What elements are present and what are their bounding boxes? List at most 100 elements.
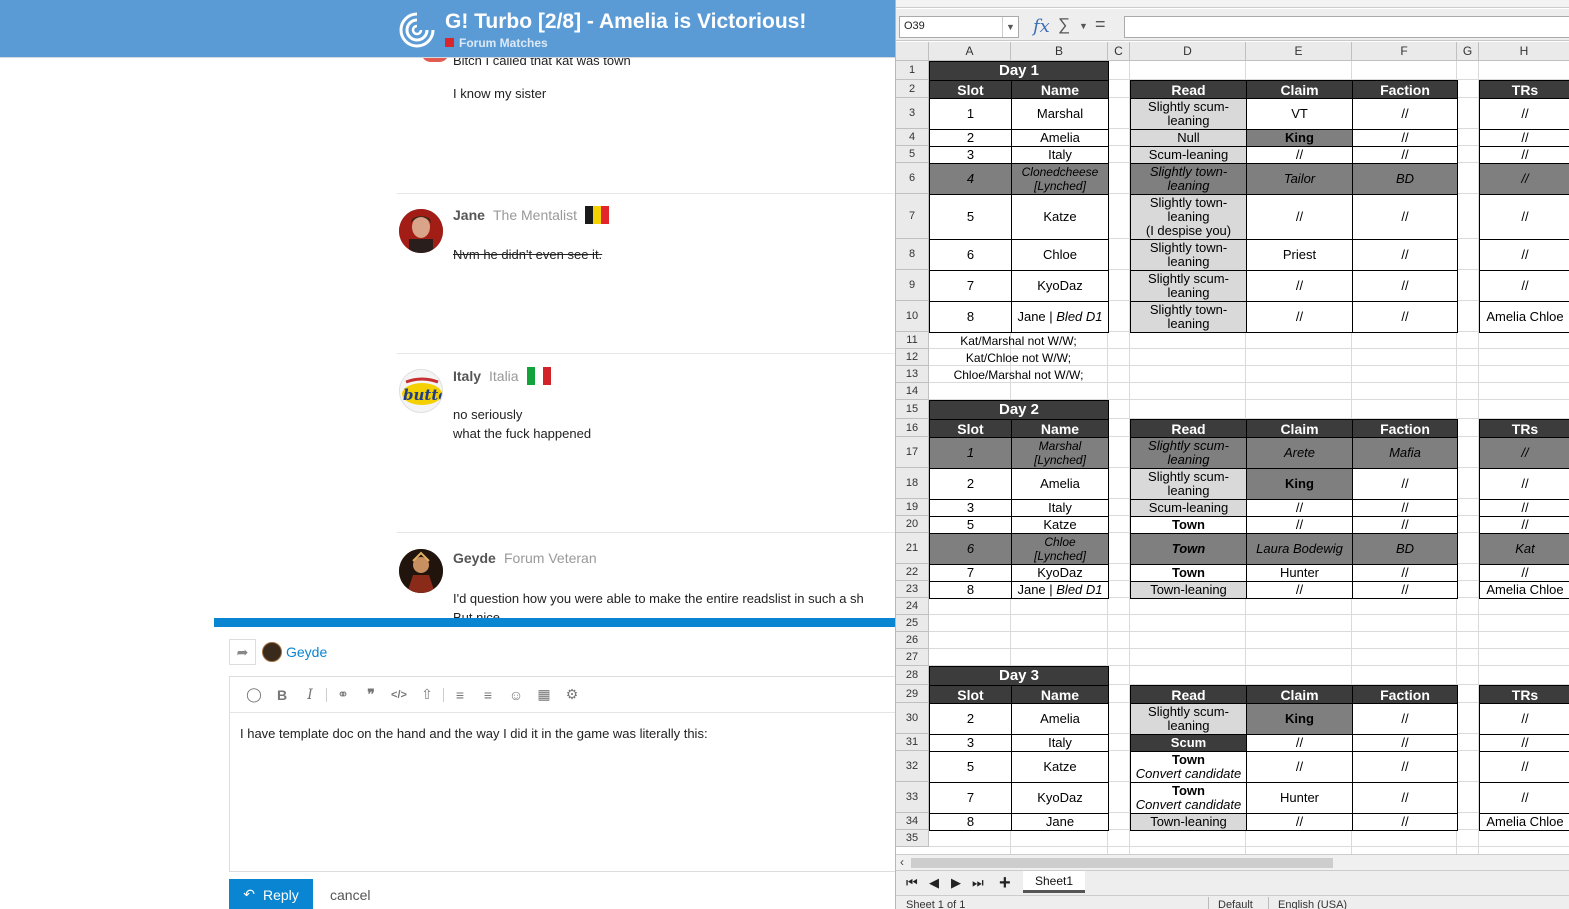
slot-cell[interactable]: 3	[929, 734, 1012, 752]
claim-cell[interactable]: Tailor	[1246, 163, 1353, 195]
name-cell[interactable]: Italy	[1011, 499, 1109, 517]
column-title[interactable]: Claim	[1246, 419, 1353, 438]
faction-cell[interactable]: //	[1352, 146, 1458, 164]
column-header-f[interactable]: F	[1352, 42, 1457, 61]
trs-cell[interactable]: //	[1479, 98, 1569, 130]
day-title[interactable]: Day 2	[929, 400, 1109, 420]
name-cell[interactable]: Chloe [Lynched]	[1011, 533, 1109, 565]
last-sheet-icon[interactable]: ⏭	[972, 875, 984, 891]
name-cell[interactable]: Katze	[1011, 194, 1109, 240]
read-cell[interactable]: Town Convert candidate	[1130, 751, 1247, 783]
day-title[interactable]: Day 3	[929, 666, 1109, 686]
read-cell[interactable]: Town Convert candidate	[1130, 782, 1247, 814]
column-title[interactable]: Read	[1130, 419, 1247, 438]
column-header-h[interactable]: H	[1479, 42, 1569, 61]
read-cell[interactable]: Town	[1130, 516, 1247, 534]
row-header[interactable]: 10	[896, 301, 929, 332]
read-cell[interactable]: Slightly town-leaning	[1130, 163, 1247, 195]
faction-cell[interactable]: //	[1352, 270, 1458, 302]
claim-cell[interactable]: Laura Bodewig	[1246, 533, 1353, 565]
trs-cell[interactable]: //	[1479, 516, 1569, 534]
name-cell[interactable]: Katze	[1011, 751, 1109, 783]
note-cell[interactable]: Kat/Marshal not W/W;	[929, 332, 1108, 349]
claim-cell[interactable]: //	[1246, 813, 1353, 831]
reply-to-user[interactable]: Geyde	[286, 644, 327, 660]
faction-cell[interactable]: //	[1352, 499, 1458, 517]
read-cell[interactable]: Slightly scum-leaning	[1130, 703, 1247, 735]
claim-cell[interactable]: //	[1246, 301, 1353, 333]
slot-cell[interactable]: 5	[929, 516, 1012, 534]
faction-cell[interactable]: //	[1352, 581, 1458, 599]
claim-cell[interactable]: //	[1246, 751, 1353, 783]
reply-arrow-icon[interactable]: ➦	[229, 639, 256, 665]
first-sheet-icon[interactable]: ⏮	[906, 875, 918, 891]
name-cell[interactable]: Amelia	[1011, 129, 1109, 147]
claim-cell[interactable]: //	[1246, 270, 1353, 302]
slot-cell[interactable]: 1	[929, 437, 1012, 469]
read-cell[interactable]: Slightly scum-leaning	[1130, 468, 1247, 500]
read-cell[interactable]: Scum-leaning	[1130, 499, 1247, 517]
read-cell[interactable]: Slightly town-leaning (I despise you)	[1130, 194, 1247, 240]
read-cell[interactable]: Scum	[1130, 734, 1247, 752]
row-header[interactable]: 26	[896, 632, 929, 649]
link-icon[interactable]: ⚭	[329, 681, 357, 709]
row-header[interactable]: 17	[896, 437, 929, 468]
upload-icon[interactable]: ⇧	[413, 681, 441, 709]
read-cell[interactable]: Slightly scum-leaning	[1130, 437, 1247, 469]
column-title[interactable]: Slot	[929, 419, 1012, 438]
row-header[interactable]: 33	[896, 782, 929, 813]
column-title[interactable]: Slot	[929, 80, 1012, 99]
trs-cell[interactable]: Amelia Chloe	[1479, 813, 1569, 831]
column-title[interactable]: Name	[1011, 80, 1109, 99]
slot-cell[interactable]: 3	[929, 499, 1012, 517]
column-header-e[interactable]: E	[1246, 42, 1352, 61]
faction-cell[interactable]: //	[1352, 129, 1458, 147]
prev-sheet-icon[interactable]: ◀	[929, 875, 939, 891]
trs-cell[interactable]: //	[1479, 499, 1569, 517]
faction-cell[interactable]: //	[1352, 813, 1458, 831]
faction-cell[interactable]: //	[1352, 98, 1458, 130]
name-cell[interactable]: Italy	[1011, 146, 1109, 164]
row-header[interactable]: 27	[896, 649, 929, 666]
chevron-down-icon[interactable]: ▼	[1002, 17, 1018, 37]
column-title[interactable]: TRs	[1479, 419, 1569, 438]
slot-cell[interactable]: 2	[929, 703, 1012, 735]
column-title[interactable]: Faction	[1352, 80, 1458, 99]
faction-cell[interactable]: Mafia	[1352, 437, 1458, 469]
faction-cell[interactable]: //	[1352, 751, 1458, 783]
sheet-tab[interactable]: Sheet1	[1023, 871, 1085, 893]
faction-cell[interactable]: //	[1352, 516, 1458, 534]
slot-cell[interactable]: 8	[929, 813, 1012, 831]
slot-cell[interactable]: 5	[929, 751, 1012, 783]
row-header[interactable]: 14	[896, 383, 929, 400]
formula-input[interactable]	[1124, 16, 1569, 38]
column-title[interactable]: Claim	[1246, 685, 1353, 704]
slot-cell[interactable]: 3	[929, 146, 1012, 164]
day-title[interactable]: Day 1	[929, 61, 1109, 81]
name-cell[interactable]: Jane	[1011, 813, 1109, 831]
faction-cell[interactable]: //	[1352, 468, 1458, 500]
row-header[interactable]: 8	[896, 239, 929, 270]
row-header[interactable]: 9	[896, 270, 929, 301]
formula-icon[interactable]: =	[1095, 14, 1106, 35]
column-title[interactable]: Name	[1011, 685, 1109, 704]
slot-cell[interactable]: 2	[929, 468, 1012, 500]
function-wizard-icon[interactable]: fx	[1033, 16, 1050, 37]
column-title[interactable]: Claim	[1246, 80, 1353, 99]
claim-cell[interactable]: //	[1246, 194, 1353, 240]
row-header[interactable]: 6	[896, 163, 929, 194]
slot-cell[interactable]: 6	[929, 533, 1012, 565]
faction-cell[interactable]: BD	[1352, 533, 1458, 565]
trs-cell[interactable]: //	[1479, 734, 1569, 752]
avatar-geyde[interactable]	[399, 549, 443, 593]
italic-icon[interactable]: I	[296, 681, 324, 709]
name-cell[interactable]: Amelia	[1011, 703, 1109, 735]
row-header[interactable]: 15	[896, 400, 929, 419]
username-jane[interactable]: Jane	[453, 207, 485, 223]
faction-cell[interactable]: //	[1352, 301, 1458, 333]
column-title[interactable]: Name	[1011, 419, 1109, 438]
calendar-icon[interactable]: ▦	[530, 681, 558, 709]
row-header[interactable]: 35	[896, 830, 929, 847]
faction-cell[interactable]: //	[1352, 564, 1458, 582]
slot-cell[interactable]: 2	[929, 129, 1012, 147]
